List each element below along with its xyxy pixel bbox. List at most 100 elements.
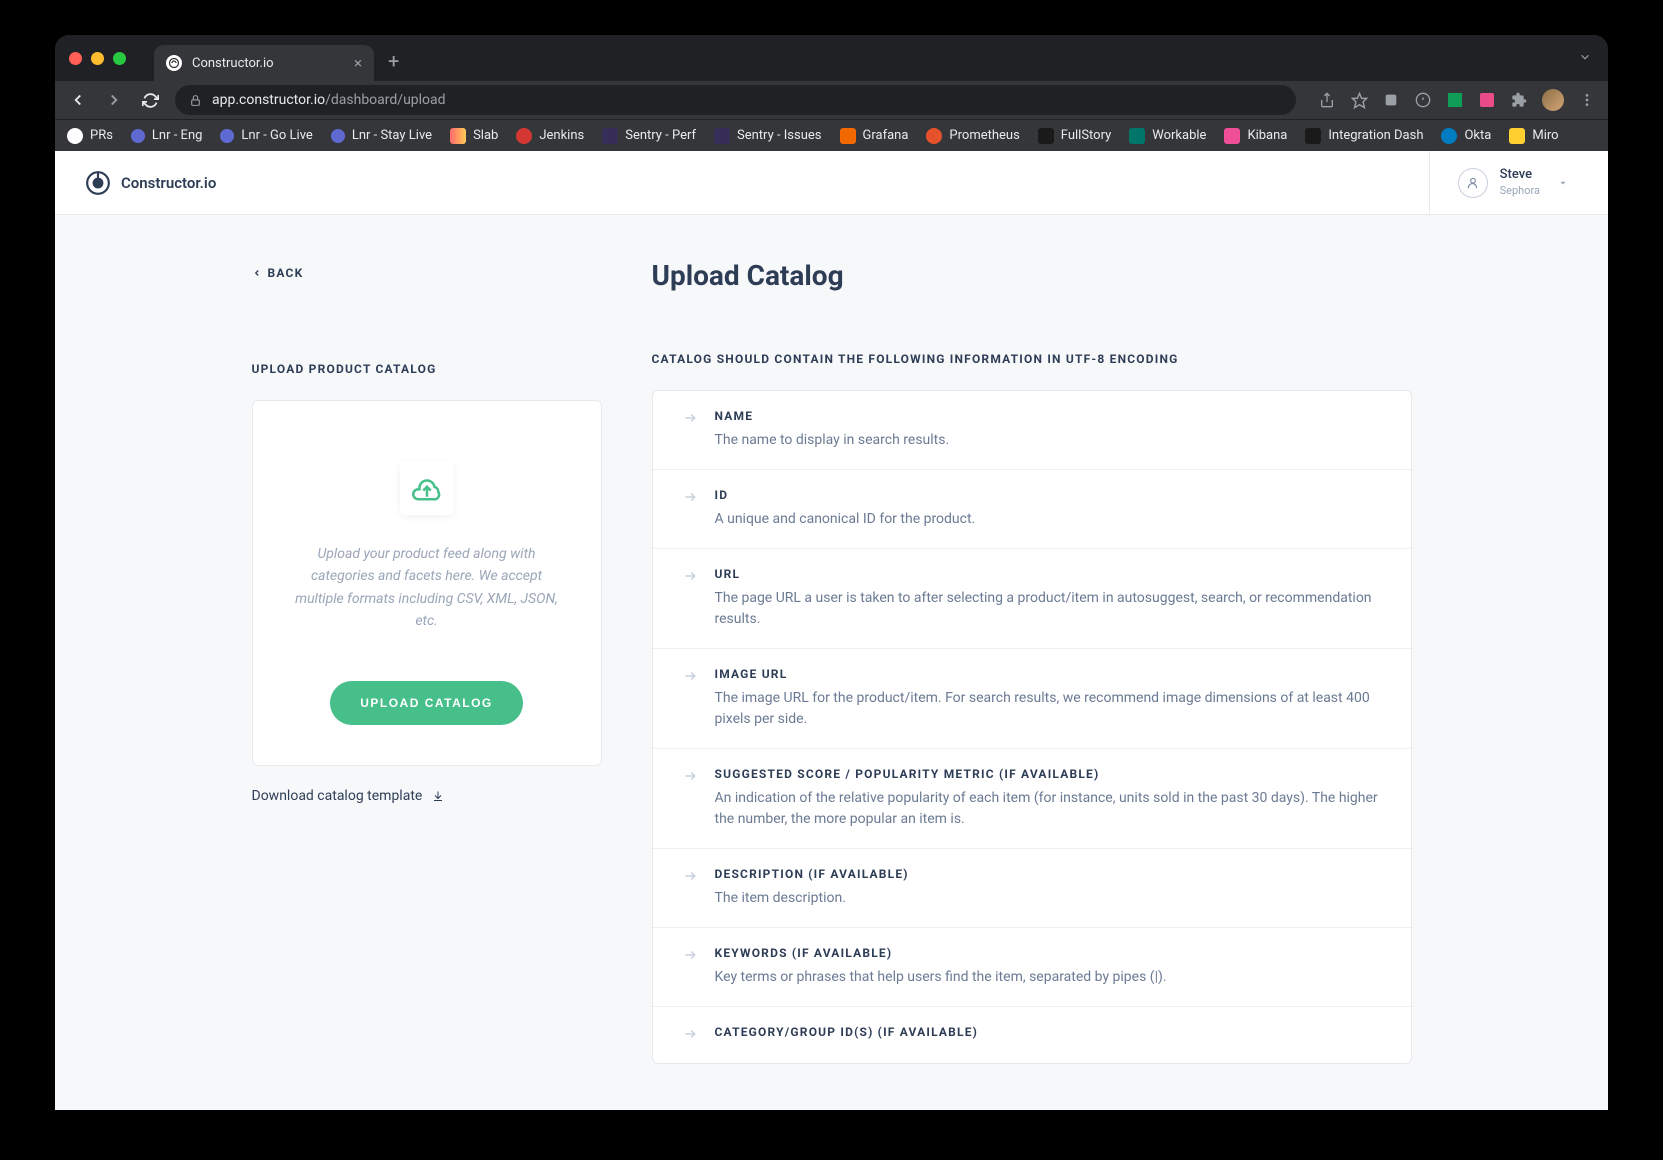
bookmark-item[interactable]: PRs [67, 128, 113, 144]
tab-close-button[interactable]: × [354, 54, 362, 72]
download-template-link[interactable]: Download catalog template [252, 788, 445, 804]
bookmark-item[interactable]: Lnr - Go Live [220, 128, 312, 143]
bookmark-label: Prometheus [949, 128, 1019, 143]
back-button[interactable] [67, 89, 89, 111]
bookmark-item[interactable]: Lnr - Eng [131, 128, 203, 143]
bookmark-item[interactable]: Miro [1509, 128, 1558, 144]
field-name: IMAGE URL [715, 667, 1381, 681]
bookmark-item[interactable]: Jenkins [516, 128, 584, 144]
brand-logo[interactable]: Constructor.io [85, 170, 216, 196]
close-window-button[interactable] [69, 52, 82, 65]
fields-panel: NAMEThe name to display in search result… [652, 390, 1412, 1064]
bookmark-label: Kibana [1247, 128, 1287, 143]
extension-icon-4[interactable] [1478, 91, 1496, 109]
field-name: ID [715, 488, 1381, 502]
chevron-left-icon [252, 268, 262, 278]
bookmark-label: FullStory [1061, 128, 1111, 143]
new-tab-button[interactable]: + [388, 49, 399, 73]
extension-icon-1[interactable] [1382, 91, 1400, 109]
bookmark-icon [602, 128, 618, 144]
field-name: CATEGORY/GROUP ID(S) (IF AVAILABLE) [715, 1025, 1381, 1039]
user-avatar-icon [1458, 168, 1488, 198]
upload-section-heading: UPLOAD PRODUCT CATALOG [252, 362, 602, 376]
arrow-right-icon [683, 948, 697, 988]
bookmark-label: Grafana [863, 128, 909, 143]
back-link[interactable]: BACK [252, 266, 304, 280]
bookmark-label: Lnr - Stay Live [352, 128, 432, 143]
browser-menu-button[interactable] [1578, 91, 1596, 109]
field-row: NAMEThe name to display in search result… [653, 391, 1411, 470]
field-description: The page URL a user is taken to after se… [715, 588, 1381, 630]
tab-strip: Constructor.io × + [55, 35, 1608, 81]
bookmark-label: Sentry - Issues [737, 128, 821, 143]
bookmark-label: Slab [473, 128, 498, 143]
forward-button[interactable] [103, 89, 125, 111]
bookmark-item[interactable]: Prometheus [926, 128, 1019, 144]
bookmark-item[interactable]: Lnr - Stay Live [331, 128, 432, 143]
user-info: Steve Sephora [1500, 167, 1540, 198]
extension-icon-3[interactable] [1446, 91, 1464, 109]
bookmark-icon [220, 129, 234, 143]
arrow-right-icon [683, 569, 697, 630]
profile-avatar[interactable] [1542, 89, 1564, 111]
bookmarks-bar: PRs Lnr - Eng Lnr - Go Live Lnr - Stay Live… [55, 119, 1608, 151]
upload-catalog-button[interactable]: UPLOAD CATALOG [330, 681, 523, 725]
field-description: The image URL for the product/item. For … [715, 688, 1381, 730]
field-name: SUGGESTED SCORE / POPULARITY METRIC (IF … [715, 767, 1381, 781]
toolbar-right [1318, 89, 1596, 111]
field-description: A unique and canonical ID for the produc… [715, 509, 1381, 530]
field-row: DESCRIPTION (IF AVAILABLE)The item descr… [653, 849, 1411, 928]
bookmark-icon [516, 128, 532, 144]
maximize-window-button[interactable] [113, 52, 126, 65]
share-icon[interactable] [1318, 91, 1336, 109]
extensions-puzzle-icon[interactable] [1510, 91, 1528, 109]
back-label: BACK [268, 266, 304, 280]
bookmark-label: Workable [1152, 128, 1206, 143]
field-name: NAME [715, 409, 1381, 423]
field-row: SUGGESTED SCORE / POPULARITY METRIC (IF … [653, 749, 1411, 849]
upload-description: Upload your product feed along with cate… [289, 543, 565, 633]
bookmark-item[interactable]: Kibana [1224, 128, 1287, 144]
download-icon [432, 790, 444, 802]
bookmark-label: Integration Dash [1328, 128, 1423, 143]
arrow-right-icon [683, 1027, 697, 1045]
bookmark-icon [714, 128, 730, 144]
logo-icon [85, 170, 111, 196]
user-name: Steve [1500, 167, 1540, 184]
bookmark-item[interactable]: FullStory [1038, 128, 1111, 144]
extension-icon-2[interactable] [1414, 91, 1432, 109]
bookmark-icon [450, 128, 466, 144]
bookmark-item[interactable]: Sentry - Perf [602, 128, 696, 144]
bookmark-item[interactable]: Workable [1129, 128, 1206, 144]
field-name: KEYWORDS (IF AVAILABLE) [715, 946, 1381, 960]
field-row: URLThe page URL a user is taken to after… [653, 549, 1411, 649]
star-icon[interactable] [1350, 91, 1368, 109]
bookmark-icon [1129, 128, 1145, 144]
upload-dropzone[interactable]: Upload your product feed along with cate… [252, 400, 602, 766]
browser-tab[interactable]: Constructor.io × [154, 45, 374, 81]
bookmark-item[interactable]: Okta [1441, 128, 1491, 144]
bookmark-item[interactable]: Slab [450, 128, 498, 144]
bookmark-icon [1305, 128, 1321, 144]
tab-title: Constructor.io [192, 56, 274, 71]
bookmark-icon [1224, 128, 1240, 144]
tabs-dropdown-button[interactable] [1578, 49, 1592, 68]
minimize-window-button[interactable] [91, 52, 104, 65]
bookmark-item[interactable]: Grafana [840, 128, 909, 144]
reload-button[interactable] [139, 89, 161, 111]
tab-favicon [166, 55, 182, 71]
bookmark-item[interactable]: Sentry - Issues [714, 128, 821, 144]
bookmark-label: Jenkins [539, 128, 584, 143]
window-controls [69, 52, 126, 65]
user-menu[interactable]: Steve Sephora [1429, 151, 1578, 214]
bookmark-icon [331, 129, 345, 143]
address-bar[interactable]: app.constructor.io/dashboard/upload [175, 85, 1296, 115]
page-body: BACK UPLOAD PRODUCT CATALOG Upload your … [55, 215, 1608, 1110]
bookmark-icon [67, 128, 83, 144]
bookmark-item[interactable]: Integration Dash [1305, 128, 1423, 144]
app-header: Constructor.io Steve Sephora [55, 151, 1608, 215]
browser-toolbar: app.constructor.io/dashboard/upload [55, 81, 1608, 119]
browser-window: Constructor.io × + app.constructor.io/da… [55, 35, 1608, 1110]
field-description: Key terms or phrases that help users fin… [715, 967, 1381, 988]
bookmark-label: Okta [1464, 128, 1491, 143]
